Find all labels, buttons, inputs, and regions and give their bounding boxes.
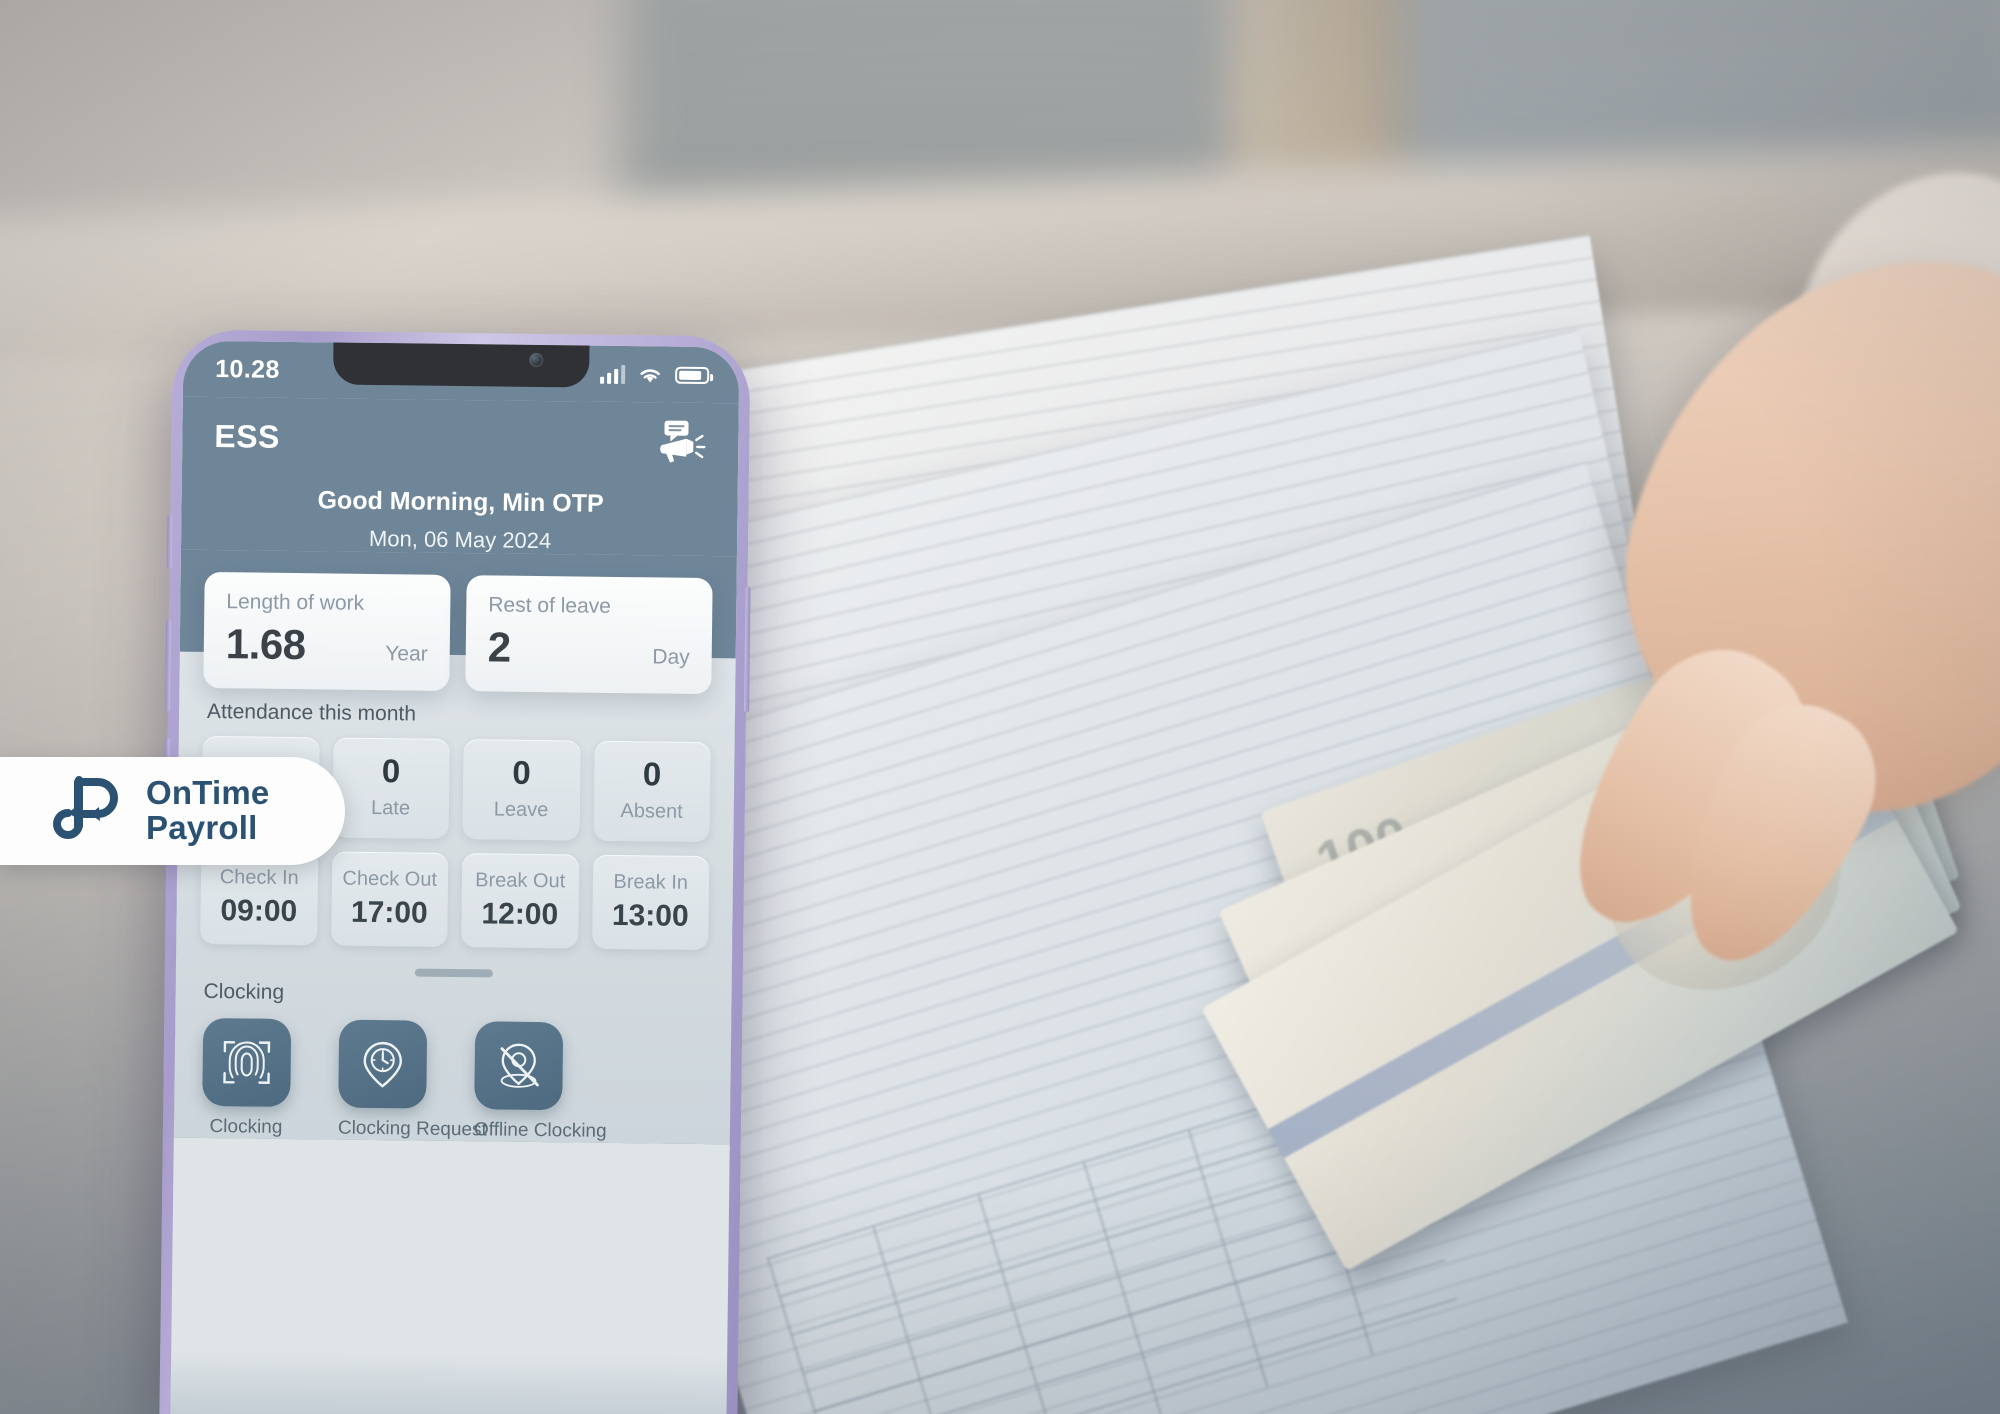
clocking-actions-row: Clocking Clocking Request Offline Clocki… <box>198 1018 707 1144</box>
clocking-action-clocking[interactable]: Clocking <box>202 1018 292 1139</box>
jp-monogram-logo-icon <box>52 776 118 839</box>
screenshot-scene: 1040 100 10.28 <box>0 0 2000 1414</box>
tile-value: 0 <box>512 753 531 791</box>
tile-value: 0 <box>642 755 662 793</box>
clocking-section: Clocking Clocking Clocking Request Offli… <box>198 980 708 1144</box>
clocking-action-label: Offline Clocking <box>473 1119 607 1143</box>
tile-label: Check In <box>219 865 299 889</box>
app-header: ESS Good Morning, Min OTP Mon, 06 May 20… <box>180 396 739 557</box>
attendance-section-label: Attendance this month <box>206 699 417 726</box>
card-label: Length of work <box>226 590 365 615</box>
tile-value: 0 <box>381 752 401 790</box>
megaphone-icon[interactable] <box>656 418 709 465</box>
greeting-text: Good Morning, Min OTP <box>317 486 604 518</box>
card-value-row: 1.68 Year <box>226 620 429 670</box>
attendance-tile-leave[interactable]: 0 Leave <box>462 739 581 841</box>
fingerprint-scan-icon[interactable] <box>202 1018 292 1108</box>
phone-notch <box>333 340 590 388</box>
clocking-section-label: Clocking <box>203 980 285 1005</box>
tile-label: Leave <box>493 798 549 821</box>
tile-label: Late <box>371 796 411 820</box>
clocking-action-label: Clocking Request <box>337 1117 487 1141</box>
summary-cards-row: Length of work 1.68 Year Rest of leave 2… <box>179 571 736 695</box>
signal-bars-icon <box>600 364 626 385</box>
scroll-sheet: Attendance this month 0 Present 0 Late 0 <box>173 651 736 1145</box>
tile-value: 17:00 <box>350 895 428 930</box>
card-length-of-work[interactable]: Length of work 1.68 Year <box>203 571 451 691</box>
location-off-pin-icon[interactable] <box>474 1021 564 1111</box>
clocking-action-request[interactable]: Clocking Request <box>337 1019 487 1141</box>
tile-value: 13:00 <box>611 898 689 933</box>
schedule-tile-break-out[interactable]: Break Out 12:00 <box>461 852 579 949</box>
card-value-row: 2 Day <box>488 623 691 673</box>
card-value: 1.68 <box>225 620 306 669</box>
card-value: 2 <box>487 623 511 671</box>
clocking-action-offline[interactable]: Offline Clocking <box>473 1021 607 1143</box>
status-bar: 10.28 <box>182 340 740 404</box>
tile-value: 12:00 <box>481 896 559 931</box>
app-header-top-row: ESS <box>214 413 709 465</box>
front-camera-icon <box>529 352 544 368</box>
tile-label: Break Out <box>475 868 566 892</box>
phone-screen: 10.28 ESS Good Morning, Min OTP Mon, 06 … <box>170 340 740 1414</box>
schedule-tile-break-in[interactable]: Break In 13:00 <box>591 854 710 951</box>
schedule-tile-check-out[interactable]: Check Out 17:00 <box>330 851 449 948</box>
card-rest-of-leave[interactable]: Rest of leave 2 Day <box>465 575 713 695</box>
app-title: ESS <box>214 417 281 455</box>
ontime-payroll-watermark: OnTime Payroll <box>0 757 345 865</box>
screen-bottom-fade <box>170 1349 728 1414</box>
tile-label: Check Out <box>342 867 438 891</box>
phone-silent-switch[interactable] <box>166 514 173 569</box>
greeting-block: Good Morning, Min OTP Mon, 06 May 2024 <box>213 485 708 556</box>
tile-label: Absent <box>620 799 683 823</box>
status-bar-clock: 10.28 <box>215 354 280 384</box>
watermark-line1: OnTime <box>146 774 270 812</box>
phone-mockup: 10.28 ESS Good Morning, Min OTP Mon, 06 … <box>159 329 751 1414</box>
card-label: Rest of leave <box>488 593 612 618</box>
sheet-drag-handle[interactable] <box>414 968 493 978</box>
wifi-icon <box>640 369 660 383</box>
attendance-tile-late[interactable]: 0 Late <box>331 737 450 839</box>
status-bar-indicators <box>600 364 710 385</box>
location-clock-pin-icon[interactable] <box>338 1019 428 1109</box>
tile-value: 09:00 <box>220 893 298 928</box>
clocking-action-label: Clocking <box>209 1116 283 1139</box>
card-unit: Day <box>652 645 690 669</box>
battery-icon <box>675 366 710 384</box>
watermark-text: OnTime Payroll <box>146 774 270 846</box>
attendance-tile-absent[interactable]: 0 Absent <box>592 740 711 842</box>
tile-label: Break In <box>613 870 689 894</box>
watermark-line2: Payroll <box>146 809 258 846</box>
card-unit: Year <box>385 642 428 666</box>
